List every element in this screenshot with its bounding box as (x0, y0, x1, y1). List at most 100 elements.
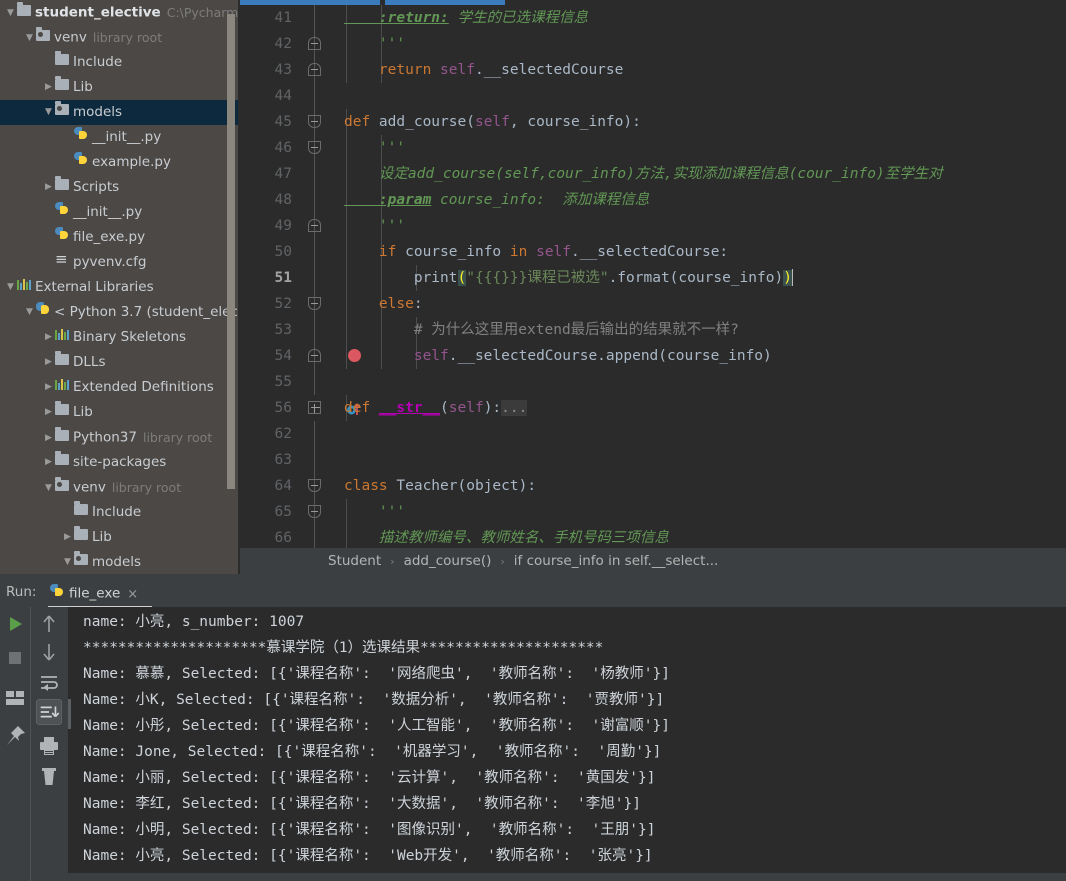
fold-handle[interactable] (308, 297, 321, 310)
chevron-right-icon[interactable]: ▶ (42, 450, 55, 475)
fold-handle[interactable] (308, 63, 321, 76)
print-button[interactable] (36, 733, 62, 759)
chevron-right-icon[interactable]: ▶ (42, 426, 55, 451)
tree-item-include[interactable]: ▶ Include (0, 500, 240, 525)
line-number: 47 (274, 166, 292, 182)
tree-item-models[interactable]: ▼ models (0, 550, 240, 575)
chevron-right-icon[interactable]: ▶ (42, 400, 55, 425)
python-file-icon (55, 201, 69, 215)
console-hscroll-track[interactable] (68, 873, 1066, 881)
tree-item-__init__py[interactable]: ▶ __init__.py (0, 125, 240, 150)
chevron-down-icon[interactable]: ▼ (23, 300, 36, 325)
tree-item-examplepy[interactable]: ▶ example.py (0, 150, 240, 175)
chevron-down-icon[interactable]: ▼ (4, 1, 17, 26)
chevron-down-icon[interactable]: ▼ (4, 275, 17, 300)
tree-item-binaryskeletons[interactable]: ▶ Binary Skeletons (0, 325, 240, 350)
fold-handle[interactable] (308, 115, 321, 128)
scroll-to-end-button[interactable] (36, 699, 62, 725)
code-text: class Teacher(object): (344, 473, 536, 499)
tree-item-label: DLLs (73, 354, 106, 370)
chevron-right-icon[interactable]: ▶ (42, 350, 55, 375)
chevron-down-icon[interactable]: ▼ (23, 26, 36, 51)
chevron-right-icon[interactable]: ▶ (42, 325, 55, 350)
code-text: return self.__selectedCourse (344, 57, 623, 83)
code-text: :param course_info: 添加课程信息 (344, 187, 649, 213)
breadcrumb-item-0[interactable]: Student (328, 553, 381, 569)
tree-item-scripts[interactable]: ▶ Scripts (0, 175, 240, 200)
fold-expand-handle[interactable] (308, 401, 321, 414)
chevron-right-icon[interactable]: ▶ (42, 75, 55, 100)
rerun-button[interactable] (2, 611, 28, 637)
gutter-markers (300, 83, 344, 109)
fold-handle[interactable] (308, 505, 321, 518)
code-token: object (466, 478, 519, 494)
library-icon (17, 278, 31, 290)
console-output[interactable]: name: 小亮, s_number: 1007 ****************… (68, 607, 1066, 873)
fold-handle[interactable] (308, 219, 321, 232)
tree-item-externallibraries[interactable]: ▼ External Libraries (0, 275, 240, 300)
project-scrollbar[interactable] (227, 14, 235, 489)
tree-item-venv[interactable]: ▼ venv library root (0, 25, 240, 50)
code-token: ( (466, 114, 475, 130)
tree-item-extendeddefinitions[interactable]: ▶ Extended Definitions (0, 375, 240, 400)
gutter-markers (300, 447, 344, 473)
chevron-right-icon[interactable]: ▶ (42, 375, 55, 400)
tree-item-venv[interactable]: ▼ venv library root (0, 475, 240, 500)
tree-item-label: Binary Skeletons (73, 329, 187, 345)
code-token: ''' (344, 36, 406, 52)
text-caret (791, 268, 793, 286)
code-editor[interactable]: 41 :return: 学生的已选课程信息 42 ''' 43 return sel… (240, 0, 1066, 548)
run-tab-file-exe[interactable]: file_exe × (46, 581, 144, 606)
stop-button[interactable] (2, 645, 28, 671)
fold-handle[interactable] (308, 37, 321, 50)
chevron-down-icon[interactable]: ▼ (61, 550, 74, 575)
gutter-markers (300, 421, 344, 447)
tree-item-file_exepy[interactable]: ▶ file_exe.py (0, 225, 240, 250)
fold-line (314, 83, 315, 109)
line-number: 44 (274, 88, 292, 104)
tree-item-python37student_elec[interactable]: ▼ < Python 3.7 (student_elec (0, 300, 240, 325)
tree-item-lib[interactable]: ▶ Lib (0, 75, 240, 100)
chevron-right-icon[interactable]: ▶ (61, 525, 74, 550)
tree-item-include[interactable]: ▶ Include (0, 50, 240, 75)
folder-icon (17, 1, 31, 16)
code-token: "{{{}}}课程已被选" (466, 270, 609, 286)
chevron-down-icon[interactable]: ▼ (42, 100, 55, 125)
tree-item-label: __init__.py (92, 129, 162, 145)
chevron-right-icon[interactable]: ▶ (42, 175, 55, 200)
code-token: :param (344, 192, 432, 208)
tree-item-label: pyvenv.cfg (73, 254, 147, 270)
tree-item-pyvenvcfg[interactable]: ▶ pyvenv.cfg (0, 250, 240, 275)
folder-icon (55, 51, 69, 65)
tree-item-dlls[interactable]: ▶ DLLs (0, 350, 240, 375)
down-arrow-button[interactable] (36, 639, 62, 665)
fold-handle[interactable] (308, 349, 321, 362)
project-tool-window[interactable]: ▼ student_elective C:\Pycharm ▼ venv library … (0, 0, 240, 575)
tree-item-lib[interactable]: ▶ Lib (0, 400, 240, 425)
chevron-down-icon[interactable]: ▼ (42, 476, 55, 501)
code-token: 描述教师编号、教师姓名、手机号码三项信息 (344, 530, 669, 546)
breadcrumb-item-2[interactable]: if course_info in self.__select... (514, 553, 719, 569)
fold-handle[interactable] (308, 141, 321, 154)
line-number: 41 (274, 10, 292, 26)
code-token: Teacher (396, 478, 458, 494)
code-token: ): (483, 400, 502, 416)
soft-wrap-button[interactable] (36, 669, 62, 695)
close-icon[interactable]: × (127, 587, 138, 602)
tree-item-sitepackages[interactable]: ▶ site-packages (0, 450, 240, 475)
tree-item-lib[interactable]: ▶ Lib (0, 525, 240, 550)
tree-item-__init__py[interactable]: ▶ __init__.py (0, 200, 240, 225)
tree-item-label: venv (73, 479, 106, 496)
tree-item-student_elective[interactable]: ▼ student_elective C:\Pycharm (0, 0, 240, 25)
fold-handle[interactable] (308, 479, 321, 492)
tree-item-python37[interactable]: ▶ Python37 library root (0, 425, 240, 450)
clear-all-button[interactable] (36, 763, 62, 789)
up-arrow-button[interactable] (36, 611, 62, 637)
code-token: class (344, 478, 397, 494)
layout-button[interactable] (2, 685, 28, 711)
tree-item-models[interactable]: ▼ models (0, 100, 240, 125)
breadcrumb-item-1[interactable]: add_course() (404, 553, 492, 569)
pin-tab-button[interactable] (2, 723, 28, 749)
breadcrumb[interactable]: Student › add_course() › if course_info in s… (240, 548, 1066, 574)
